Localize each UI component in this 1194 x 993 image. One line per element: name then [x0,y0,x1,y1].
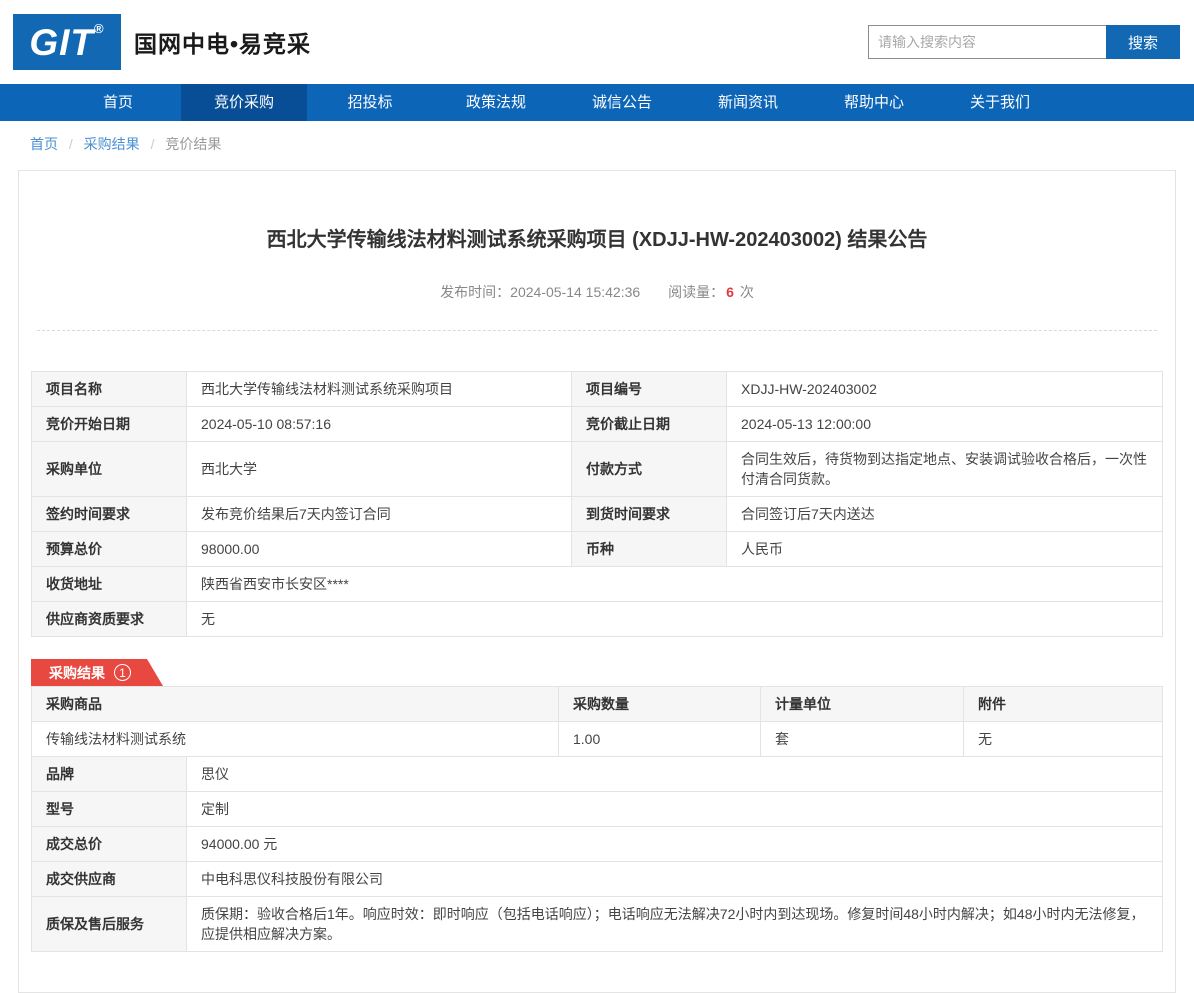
main-nav: 首页 竞价采购 招投标 政策法规 诚信公告 新闻资讯 帮助中心 关于我们 [0,84,1194,121]
info-value-cell: 西北大学传输线法材料测试系统采购项目 [186,371,572,407]
search-button[interactable]: 搜索 [1106,25,1180,59]
nav-item-help-center[interactable]: 帮助中心 [811,84,937,121]
page-title: 西北大学传输线法材料测试系统采购项目 (XDJJ-HW-202403002) 结… [266,229,928,251]
info-label-cell: 币种 [571,531,727,567]
table-row: 型号 定制 [31,791,1163,827]
detail-label-cell: 型号 [31,791,187,827]
product-name-cell: 传输线法材料测试系统 [31,721,559,757]
dashed-divider [37,330,1157,331]
unit-col-header: 计量单位 [760,686,964,722]
search-bar: 搜索 [868,25,1180,59]
views-count: 6 [726,284,734,300]
page: GIT® 国网中电•易竞采 搜索 首页 竞价采购 招投标 政策法规 诚信公告 新… [0,0,1194,993]
views-unit: 次 [739,284,754,300]
detail-label-cell: 成交总价 [31,826,187,862]
breadcrumb-home[interactable]: 首页 [30,136,58,152]
content-card: 西北大学传输线法材料测试系统采购项目 (XDJJ-HW-202403002) 结… [18,170,1176,993]
detail-value-cell: 质保期：验收合格后1年。响应时效：即时响应（包括电话响应）；电话响应无法解决72… [186,896,1163,952]
nav-item-bidding-procurement[interactable]: 竞价采购 [181,84,307,121]
info-value-cell: 无 [186,601,1163,637]
breadcrumb-separator: / [68,136,73,152]
table-row: 签约时间要求 发布竞价结果后7天内签订合同 到货时间要求 合同签订后7天内送达 [31,496,1163,532]
table-header-row: 采购商品 采购数量 计量单位 附件 [31,686,1163,722]
info-label-cell: 到货时间要求 [571,496,727,532]
attachment-cell: 无 [963,721,1163,757]
publish-time-label: 发布时间： [440,284,511,300]
registered-mark-icon: ® [94,20,105,36]
views-label: 阅读量： [668,284,725,300]
unit-cell: 套 [760,721,964,757]
info-label-cell: 预算总价 [31,531,187,567]
table-row: 成交供应商 中电科思仪科技股份有限公司 [31,861,1163,897]
badge-label: 采购结果 [49,664,105,681]
site-logo[interactable]: GIT® [13,14,121,70]
info-label-cell: 竞价开始日期 [31,406,187,442]
table-row: 成交总价 94000.00 元 [31,826,1163,862]
budget-total-value: 98000.00 [186,531,572,567]
quantity-cell: 1.00 [558,721,761,757]
info-label-cell: 采购单位 [31,441,187,497]
breadcrumb: 首页 / 采购结果 / 竞价结果 [0,121,1194,166]
section-badge-procurement-result: 采购结果 1 [31,659,163,686]
detail-value-cell: 思仪 [186,756,1163,792]
quantity-col-header: 采购数量 [558,686,761,722]
info-value-cell: 合同生效后，待货物到达指定地点、安装调试验收合格后，一次性付清合同货款。 [726,441,1163,497]
info-value-cell: 西北大学 [186,441,572,497]
breadcrumb-separator: / [150,136,155,152]
info-label-cell: 项目名称 [31,371,187,407]
info-value-cell: 发布竞价结果后7天内签订合同 [186,496,572,532]
info-label-cell: 项目编号 [571,371,727,407]
badge-number-circle-icon: 1 [114,664,131,681]
table-row: 品牌 思仪 [31,756,1163,792]
info-label-cell: 收货地址 [31,566,187,602]
detail-label-cell: 质保及售后服务 [31,896,187,952]
attachment-col-header: 附件 [963,686,1163,722]
nav-item-home[interactable]: 首页 [55,84,181,121]
info-value-cell: 人民币 [726,531,1163,567]
project-info-table: 项目名称 西北大学传输线法材料测试系统采购项目 项目编号 XDJJ-HW-202… [31,371,1163,637]
nav-item-policies[interactable]: 政策法规 [433,84,559,121]
info-value-cell: 陕西省西安市长安区**** [186,566,1163,602]
table-row: 竞价开始日期 2024-05-10 08:57:16 竞价截止日期 2024-0… [31,406,1163,442]
detail-label-cell: 成交供应商 [31,861,187,897]
breadcrumb-current: 竞价结果 [165,136,222,152]
nav-item-about-us[interactable]: 关于我们 [937,84,1063,121]
detail-value-cell: 中电科思仪科技股份有限公司 [186,861,1163,897]
table-row: 供应商资质要求 无 [31,601,1163,637]
nav-item-tendering[interactable]: 招投标 [307,84,433,121]
info-value-cell: 2024-05-10 08:57:16 [186,406,572,442]
info-label-cell: 付款方式 [571,441,727,497]
logo-text: GIT® [29,20,105,63]
table-row: 预算总价 98000.00 币种 人民币 [31,531,1163,567]
publish-meta: 发布时间：2024-05-14 15:42:36 阅读量： 6 次 [31,282,1163,302]
publish-time-value: 2024-05-14 15:42:36 [510,284,641,300]
search-input[interactable] [868,25,1106,59]
result-detail-table: 品牌 思仪 型号 定制 成交总价 94000.00 元 成交供应商 中电科思仪科… [31,756,1163,952]
breadcrumb-procurement-results[interactable]: 采购结果 [84,136,140,152]
nav-item-integrity-notice[interactable]: 诚信公告 [559,84,685,121]
nav-item-news[interactable]: 新闻资讯 [685,84,811,121]
table-row: 传输线法材料测试系统 1.00 套 无 [31,721,1163,757]
table-row: 收货地址 陕西省西安市长安区**** [31,566,1163,602]
info-label-cell: 竞价截止日期 [571,406,727,442]
info-label-cell: 签约时间要求 [31,496,187,532]
info-label-cell: 供应商资质要求 [31,601,187,637]
table-row: 采购单位 西北大学 付款方式 合同生效后，待货物到达指定地点、安装调试验收合格后… [31,441,1163,497]
product-col-header: 采购商品 [31,686,559,722]
table-row: 项目名称 西北大学传输线法材料测试系统采购项目 项目编号 XDJJ-HW-202… [31,371,1163,407]
detail-label-cell: 品牌 [31,756,187,792]
brand-title: 国网中电•易竞采 [134,31,312,57]
detail-value-cell: 定制 [186,791,1163,827]
info-value-cell: 2024-05-13 12:00:00 [726,406,1163,442]
table-row: 质保及售后服务 质保期：验收合格后1年。响应时效：即时响应（包括电话响应）；电话… [31,896,1163,952]
deal-total-price-value: 94000.00 元 [186,826,1163,862]
info-value-cell: XDJJ-HW-202403002 [726,371,1163,407]
info-value-cell: 合同签订后7天内送达 [726,496,1163,532]
site-header: GIT® 国网中电•易竞采 搜索 [0,0,1194,84]
product-table: 采购商品 采购数量 计量单位 附件 传输线法材料测试系统 1.00 套 无 [31,686,1163,757]
